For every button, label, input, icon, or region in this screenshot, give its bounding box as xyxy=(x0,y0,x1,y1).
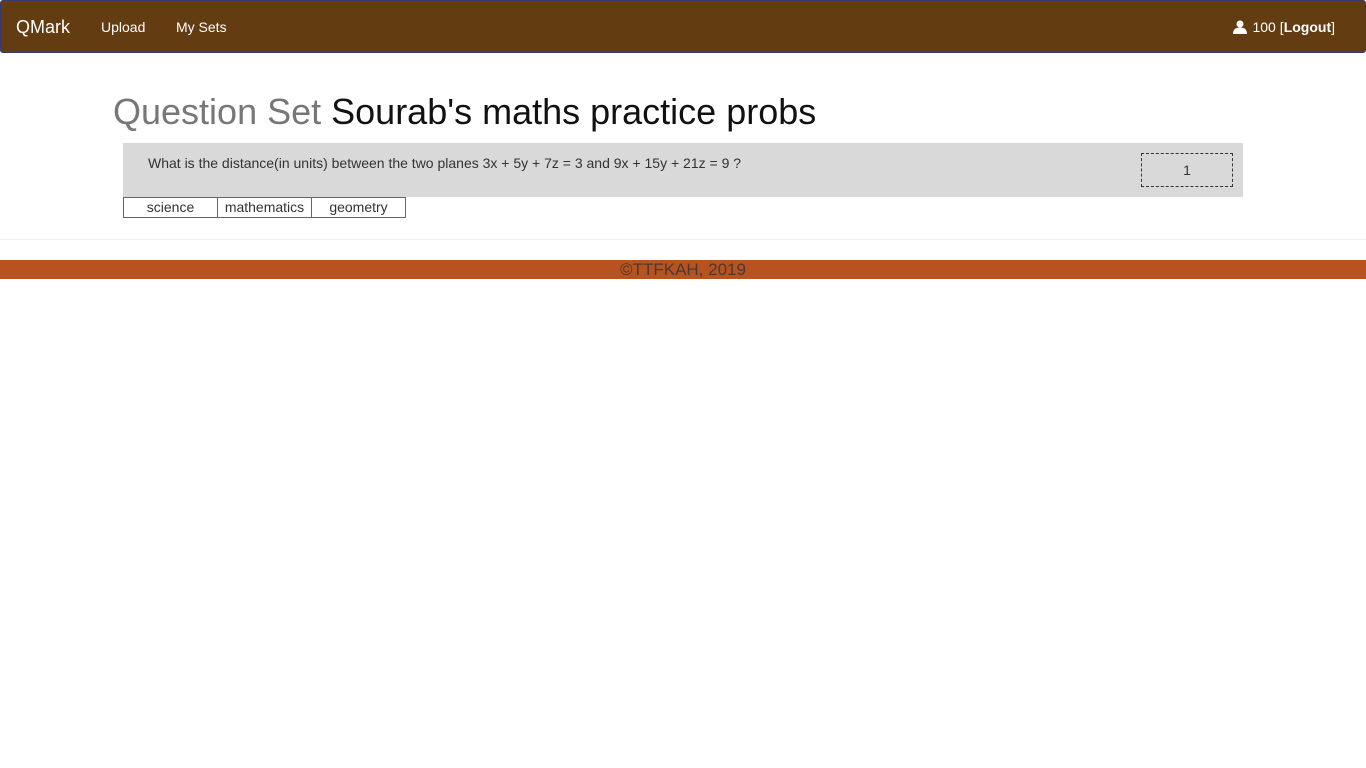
user-area: 100 [ Logout ] xyxy=(1233,19,1335,35)
page-title: Question Set Sourab's maths practice pro… xyxy=(113,92,816,132)
tag-geometry[interactable]: geometry xyxy=(311,197,406,218)
divider xyxy=(0,239,1366,240)
bracket-close: ] xyxy=(1331,19,1335,35)
tag-list: science mathematics geometry xyxy=(123,197,406,218)
user-score: 100 xyxy=(1252,19,1276,35)
answer-box[interactable]: 1 xyxy=(1141,153,1233,187)
question-card: What is the distance(in units) between t… xyxy=(123,143,1243,197)
title-prefix: Question Set xyxy=(113,91,322,132)
tag-science[interactable]: science xyxy=(123,197,218,218)
navbar: QMark Upload My Sets 100 [ Logout ] xyxy=(0,0,1366,53)
footer: ©TTFKAH, 2019 xyxy=(0,260,1366,279)
nav-my-sets-link[interactable]: My Sets xyxy=(176,19,227,35)
tag-mathematics[interactable]: mathematics xyxy=(217,197,312,218)
brand-link[interactable]: QMark xyxy=(16,17,70,37)
nav-upload-link[interactable]: Upload xyxy=(101,19,145,35)
logout-link[interactable]: Logout xyxy=(1284,19,1331,35)
user-icon xyxy=(1233,20,1248,34)
footer-text: ©TTFKAH, 2019 xyxy=(620,260,746,279)
set-name: Sourab's maths practice probs xyxy=(331,91,817,132)
question-text: What is the distance(in units) between t… xyxy=(148,155,742,171)
